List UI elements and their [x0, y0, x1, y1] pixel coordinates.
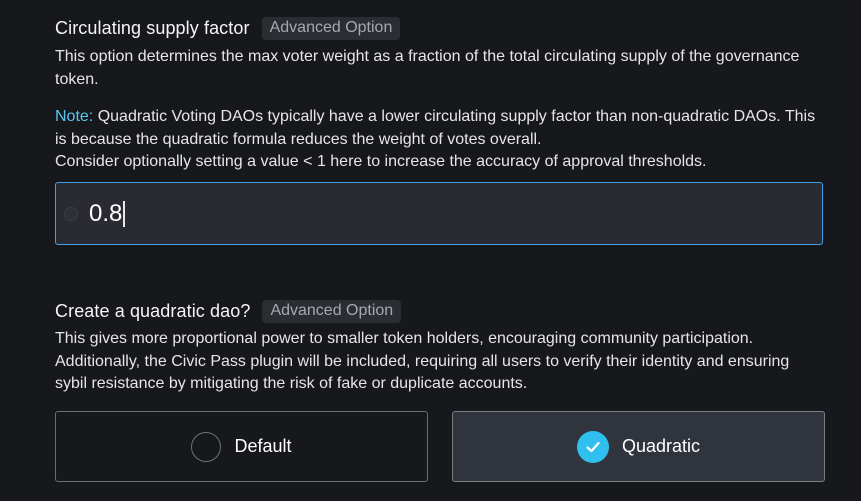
- token-icon: [64, 206, 78, 221]
- supply-factor-value-text: 0.8: [89, 199, 123, 227]
- text-caret: [123, 200, 125, 227]
- supply-factor-value[interactable]: 0.8: [89, 200, 125, 228]
- supply-factor-header: Circulating supply factor Advanced Optio…: [55, 17, 401, 40]
- note-label: Note:: [55, 108, 94, 125]
- quadratic-title: Create a quadratic dao?: [55, 301, 251, 321]
- quadratic-header: Create a quadratic dao? Advanced Option: [55, 300, 402, 323]
- quadratic-description: This gives more proportional power to sm…: [55, 330, 790, 392]
- checkmark-icon: [586, 441, 600, 452]
- radio-unchecked-icon: [191, 431, 222, 462]
- option-default-button[interactable]: Default: [55, 411, 428, 482]
- note-text-2: Consider optionally setting a value < 1 …: [55, 153, 707, 170]
- advanced-option-badge: Advanced Option: [262, 300, 402, 323]
- supply-factor-input[interactable]: 0.8: [55, 182, 823, 245]
- advanced-option-badge: Advanced Option: [261, 17, 401, 40]
- option-default-label: Default: [234, 436, 292, 456]
- supply-factor-note: Note: Quadratic Voting DAOs typically ha…: [55, 106, 825, 174]
- option-quadratic-label: Quadratic: [621, 436, 701, 456]
- check-circle-icon: [576, 430, 609, 463]
- note-text: Quadratic Voting DAOs typically have a l…: [55, 108, 816, 148]
- supply-factor-title: Circulating supply factor: [55, 18, 250, 38]
- option-quadratic-button[interactable]: Quadratic: [452, 411, 825, 482]
- dao-config-page: Circulating supply factor Advanced Optio…: [0, 0, 861, 501]
- supply-factor-description: This option determines the max voter wei…: [55, 48, 800, 88]
